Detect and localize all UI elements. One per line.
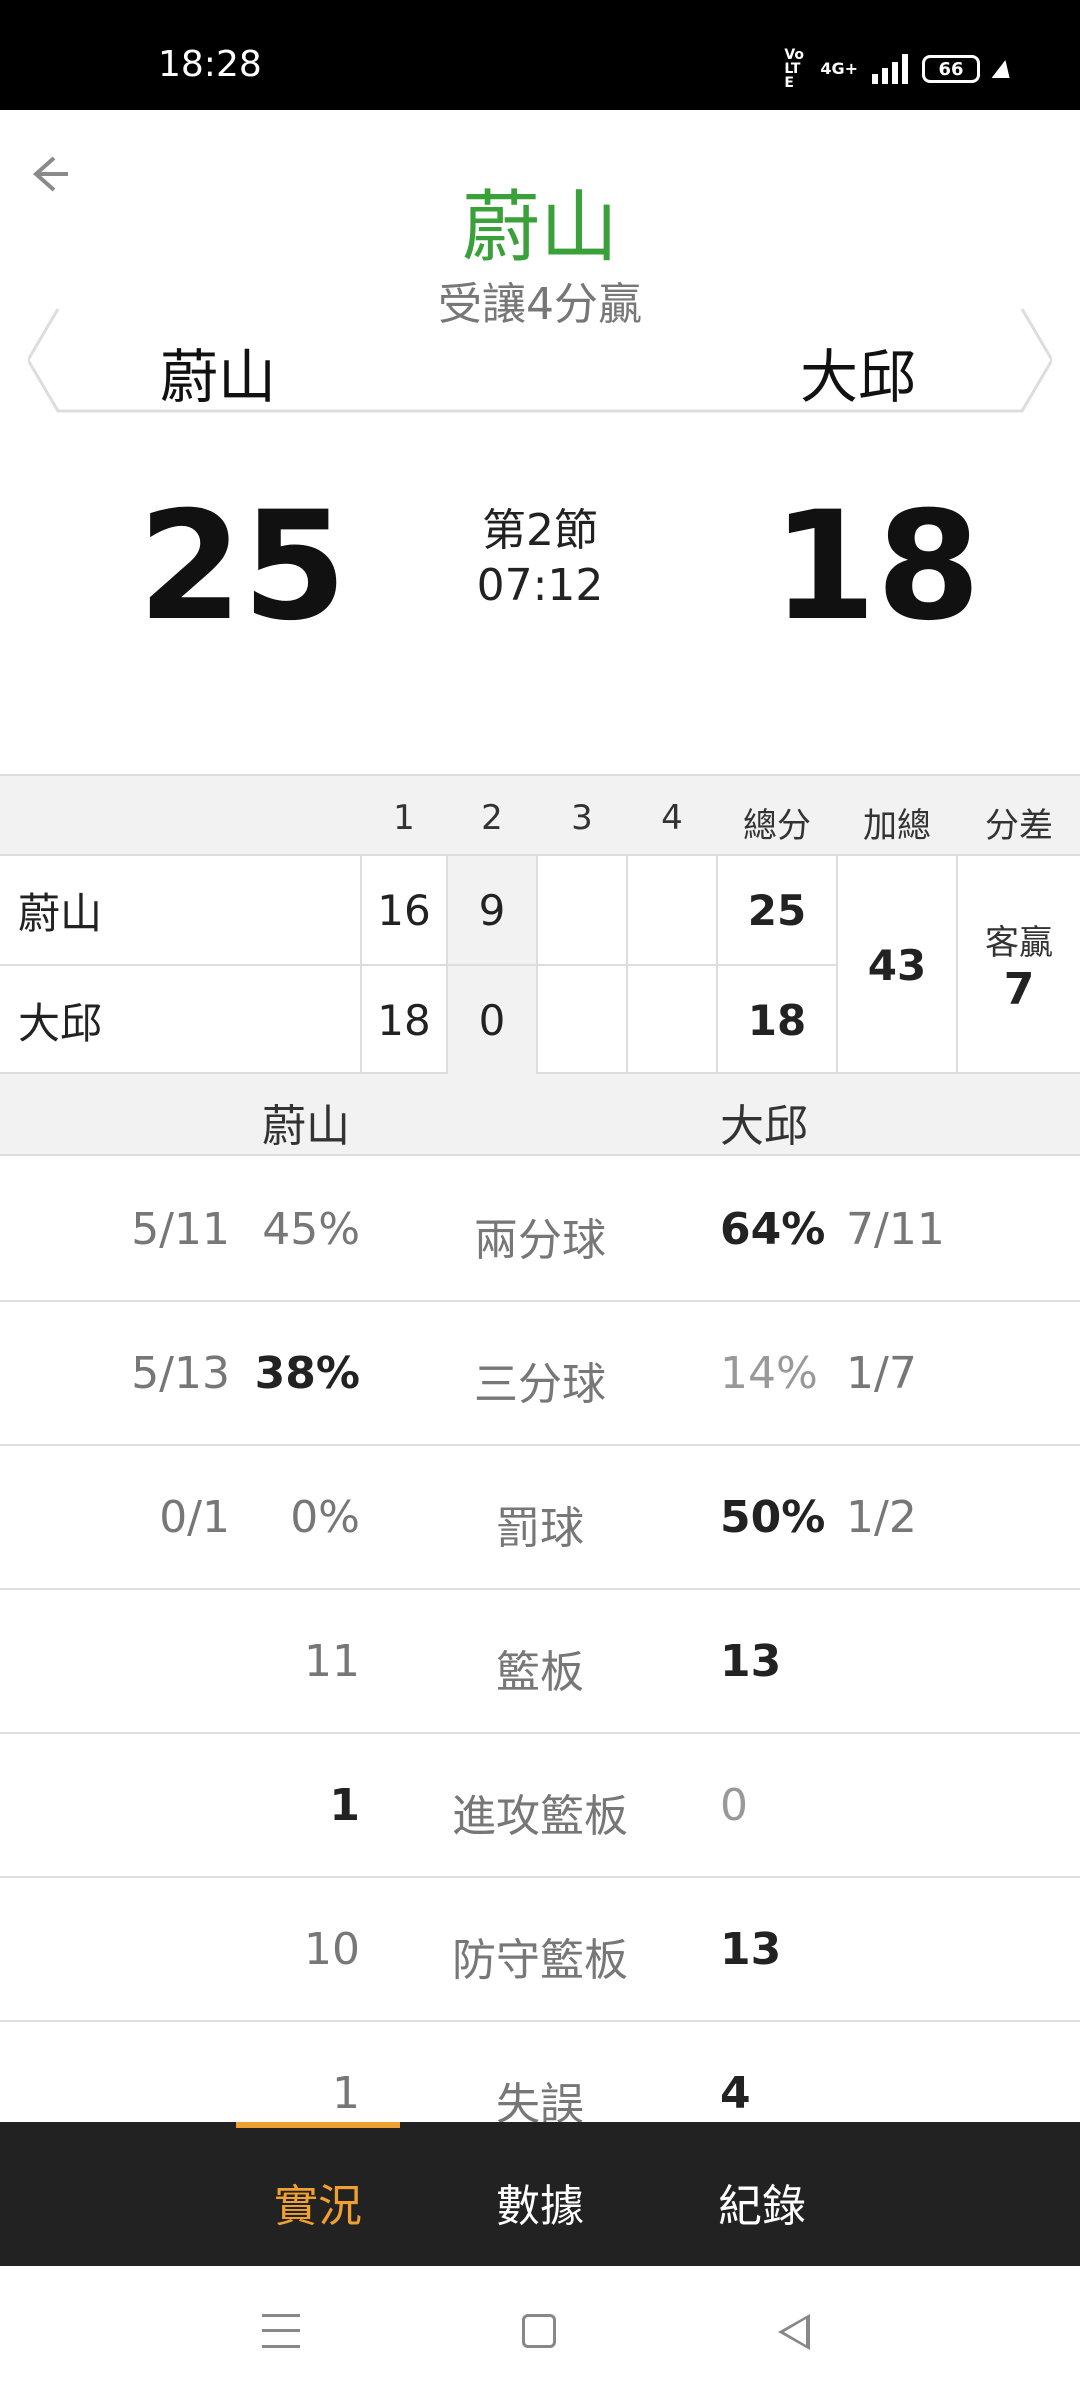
quarter-score-table: 1 2 3 4 總分 加總 分差 蔚山 16 9 25 大邱 18 0 18 4… — [0, 774, 1080, 1074]
status-time: 18:28 — [158, 44, 262, 85]
stat-row-two-pointers: 5/11 45% 兩分球 64% 7/11 — [0, 1158, 1080, 1302]
away-stat-value: 13 — [720, 1924, 782, 1975]
system-nav-bar — [0, 2266, 1080, 2400]
back-triangle-icon[interactable] — [778, 2314, 810, 2350]
status-bar: 18:28 Vo LTE 4G+ 66 — [0, 0, 1080, 110]
charging-icon — [991, 60, 1015, 78]
tab-live[interactable]: 實況 — [274, 2170, 362, 2234]
header-q3: 3 — [571, 798, 593, 838]
diff-label: 客贏 — [985, 923, 1053, 963]
row-q2: 9 — [448, 856, 538, 964]
diff-value: 7 — [1003, 964, 1035, 1015]
home-icon[interactable] — [522, 2314, 556, 2348]
stats-away-team: 大邱 — [720, 1101, 808, 1152]
stats-home-team: 蔚山 — [262, 1101, 350, 1152]
home-team-name: 蔚山 — [160, 343, 277, 411]
stats-header: 蔚山 大邱 — [0, 1074, 1080, 1156]
stat-label: 籃板 — [496, 1647, 584, 1698]
header-q1: 1 — [393, 798, 415, 838]
stat-row-three-pointers: 5/13 38% 三分球 14% 1/7 — [0, 1302, 1080, 1446]
row-q2: 0 — [448, 966, 538, 1074]
stat-row-offensive-rebounds: 1 進攻籃板 0 — [0, 1734, 1080, 1878]
away-team-name: 大邱 — [800, 343, 917, 411]
header-total: 總分 — [743, 806, 811, 846]
stat-label: 罰球 — [496, 1503, 584, 1554]
away-stat-value: 14% — [720, 1348, 818, 1399]
active-tab-indicator — [236, 2122, 400, 2128]
away-stat-value: 50% — [720, 1492, 826, 1543]
menu-icon[interactable] — [262, 2314, 300, 2348]
stat-label: 三分球 — [474, 1359, 606, 1410]
stat-label: 防守籃板 — [452, 1935, 628, 1986]
away-stat-value: 13 — [720, 1636, 782, 1687]
volte-icon: Vo LTE — [784, 47, 805, 91]
away-made-attempted: 7/11 — [846, 1204, 945, 1255]
row-q1: 16 — [362, 856, 448, 964]
header-q2: 2 — [481, 798, 503, 838]
row-total: 25 — [718, 856, 838, 964]
away-stat-value: 4 — [720, 2068, 751, 2119]
row-q3 — [538, 966, 628, 1074]
tab-data[interactable]: 數據 — [496, 2170, 584, 2234]
tab-record[interactable]: 紀錄 — [718, 2170, 806, 2234]
stat-row-rebounds: 11 籃板 13 — [0, 1590, 1080, 1734]
away-made-attempted: 1/2 — [846, 1492, 917, 1543]
row-team-name: 大邱 — [0, 966, 362, 1074]
header-combined: 加總 — [863, 806, 931, 846]
quarter-table-body: 蔚山 16 9 25 大邱 18 0 18 43 客贏 7 — [0, 854, 1080, 1074]
header-q4: 4 — [661, 798, 683, 838]
away-stat-value: 0 — [720, 1780, 748, 1831]
stat-label: 進攻籃板 — [452, 1791, 628, 1842]
stat-row-free-throws: 0/1 0% 罰球 50% 1/2 — [0, 1446, 1080, 1590]
row-team-name: 蔚山 — [0, 856, 362, 964]
row-q4 — [628, 966, 718, 1074]
bottom-tab-bar: 實況 數據 紀錄 — [0, 2122, 1080, 2266]
leading-team-name: 蔚山 — [461, 183, 618, 273]
network-type-label: 4G+ — [820, 59, 858, 78]
away-stat-value: 64% — [720, 1204, 826, 1255]
header-diff: 分差 — [985, 806, 1053, 846]
combined-total: 43 — [838, 856, 958, 1074]
row-q3 — [538, 856, 628, 964]
stat-row-defensive-rebounds: 10 防守籃板 13 — [0, 1878, 1080, 2022]
status-icons: Vo LTE 4G+ 66 — [784, 47, 1015, 91]
battery-icon: 66 — [922, 55, 980, 83]
away-made-attempted: 1/7 — [846, 1348, 917, 1399]
row-q4 — [628, 856, 718, 964]
away-score: 18 — [772, 480, 981, 654]
row-total: 18 — [718, 966, 838, 1074]
signal-icon — [872, 54, 908, 84]
quarter-table-header: 1 2 3 4 總分 加總 分差 — [0, 774, 1080, 854]
score-diff-cell: 客贏 7 — [958, 856, 1080, 1074]
row-q1: 18 — [362, 966, 448, 1074]
